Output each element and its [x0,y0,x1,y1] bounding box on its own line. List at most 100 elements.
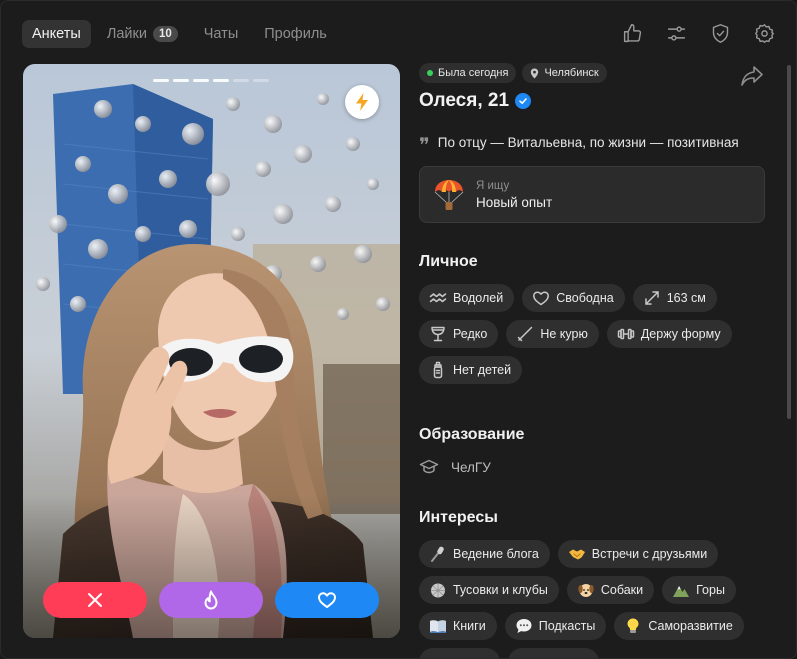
mountain-emoji-icon [673,586,690,597]
baby-bottle-icon [433,361,443,379]
share-icon[interactable] [740,65,766,87]
chip-interest-partial [508,648,599,658]
graduation-cap-icon [419,459,439,474]
tab-label: Профиль [264,26,327,42]
verified-check-icon [515,93,532,109]
chip-interest: Ведение блога [419,540,550,568]
app-window: Анкеты Лайки 10 Чаты Профиль Была сегодн… [0,0,797,659]
chip-interest: Собаки [566,576,655,604]
chip-label: Держу форму [640,327,721,341]
profile-name: Олеся, 21 [419,90,771,112]
status-text: Была сегодня [438,67,509,79]
photo-image [23,64,400,638]
disco-emoji-icon [430,583,446,598]
superlike-button[interactable] [159,582,263,618]
chip-interest-partial [419,648,500,658]
lightning-bolt-icon[interactable] [345,85,379,119]
dog-emoji-icon [578,584,594,597]
chip-label: Книги [453,619,486,633]
tab-label: Чаты [203,26,239,42]
location-pin-icon [531,68,539,78]
chip-label: Свободна [556,291,614,305]
thumbs-up-icon[interactable] [620,21,644,45]
chip-label: Водолей [453,291,504,305]
chip-interest: Книги [419,612,497,640]
interests-section-title: Интересы [419,509,498,526]
tab-profiles[interactable]: Анкеты [22,20,91,48]
chip-relationship: Свободна [522,284,625,312]
heart-outline-icon [533,291,550,306]
bio: ❞ По отцу — Витальевна, по жизни — позит… [419,133,771,157]
education-item: ЧелГУ [419,458,771,476]
pagination-dot[interactable] [233,79,249,82]
chip-alcohol: Редко [419,320,499,348]
name-age-text: Олеся, 21 [419,90,510,111]
top-actions [620,21,776,45]
personal-chips: Водолей Свободна 163 см Редко Не курю Де… [419,284,771,384]
chip-label: Горы [696,583,725,597]
chip-label: Встречи с друзьями [591,547,708,561]
pagination-dot[interactable] [173,79,189,82]
main-tabs: Анкеты Лайки 10 Чаты Профиль [22,20,343,48]
handshake-emoji-icon [568,549,585,560]
speech-bubble-emoji-icon [516,619,532,633]
chip-label: Нет детей [453,363,512,377]
looking-for-card: Я ищу Новый опыт [419,166,765,223]
photo-actions [43,582,379,618]
pagination-dot[interactable] [253,79,269,82]
parachute-icon [434,179,464,210]
chip-interest: Тусовки и клубы [419,576,559,604]
chip-label: Тусовки и клубы [453,583,548,597]
flame-icon [204,590,218,610]
university-name: ЧелГУ [451,459,491,475]
interest-chips: Ведение блога Встречи с друзьями Тусовки… [419,540,771,658]
quote-mark-icon: ❞ [419,133,430,157]
wine-glass-icon [431,326,445,342]
tab-likes[interactable]: Лайки 10 [97,20,188,48]
status-row: Была сегодня Челябинск [419,63,771,83]
close-icon [88,593,102,607]
photo-pagination [153,79,269,82]
tab-chats[interactable]: Чаты [194,20,248,48]
like-button[interactable] [275,582,379,618]
profile-photo[interactable] [23,64,400,638]
likes-count-badge: 10 [152,26,178,42]
looking-for-text: Я ищу Новый опыт [476,180,552,210]
sliders-icon[interactable] [664,21,688,45]
shield-check-icon[interactable] [708,21,732,45]
pagination-dot[interactable] [153,79,169,82]
chip-label: Саморазвитие [648,619,733,633]
scrollbar[interactable] [787,65,791,419]
chip-label: Подкасты [538,619,596,633]
chip-interest: Подкасты [504,612,607,640]
chip-children: Нет детей [419,356,523,384]
looking-for-value: Новый опыт [476,194,553,210]
settings-gear-icon[interactable] [752,21,776,45]
chip-sport: Держу форму [606,320,732,348]
aquarius-icon [429,293,447,303]
pagination-dot[interactable] [213,79,229,82]
chip-label: Собаки [600,583,644,597]
chip-label: Ведение блога [453,547,539,561]
heart-icon [318,592,336,608]
looking-for-label: Я ищу [476,179,510,192]
city-text: Челябинск [544,67,599,79]
chip-label: Не курю [540,327,588,341]
chip-smoking: Не курю [506,320,599,348]
personal-section-title: Личное [419,253,478,270]
online-dot-icon [427,70,433,76]
tab-profile[interactable]: Профиль [254,20,337,48]
pagination-dot[interactable] [193,79,209,82]
online-status-badge: Была сегодня [419,63,517,83]
chip-height: 163 см [632,284,717,312]
tab-label: Лайки [106,26,147,42]
height-arrows-icon [644,291,659,305]
dislike-button[interactable] [43,582,147,618]
tab-label: Анкеты [32,26,81,42]
lightbulb-emoji-icon [627,618,639,633]
dumbbell-icon [617,328,635,340]
city-badge: Челябинск [522,63,607,83]
no-smoking-icon [518,326,533,342]
profile-details: Была сегодня Челябинск Олеся, 21 ❞ По от… [419,63,771,658]
bio-text: По отцу — Витальевна, по жизни — позитив… [437,134,739,150]
